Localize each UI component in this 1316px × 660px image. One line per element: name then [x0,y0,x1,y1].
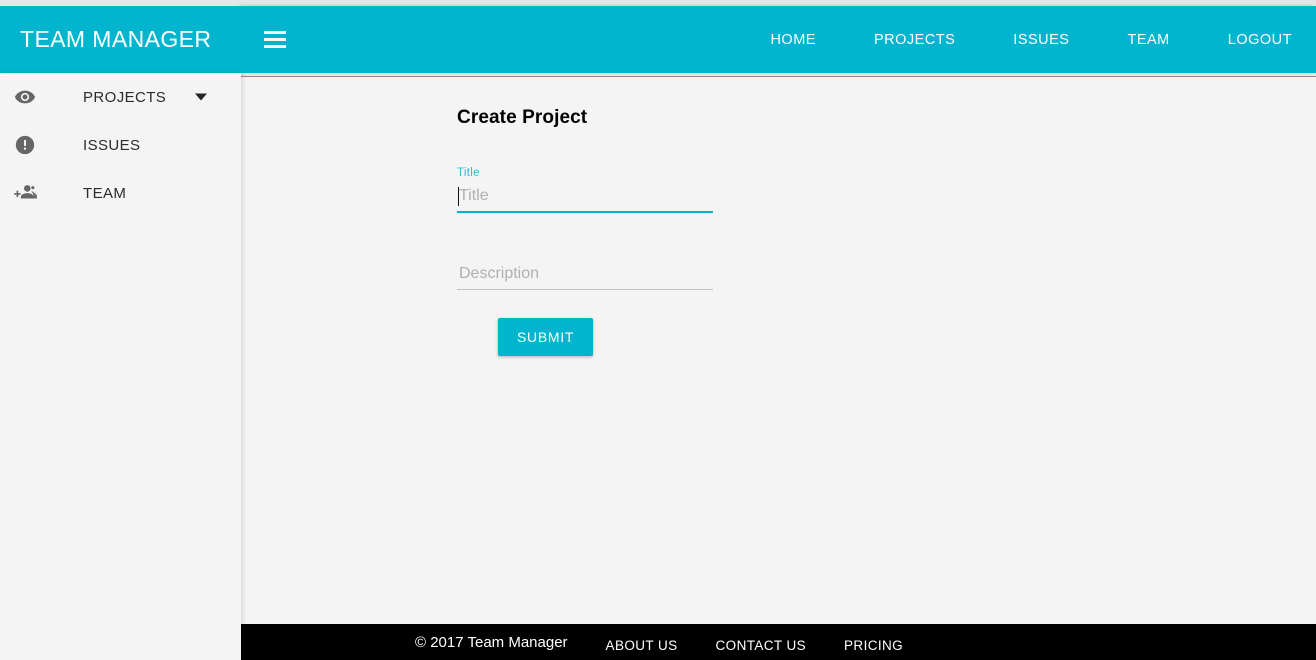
sidebar-item-team[interactable]: TEAM [0,169,241,217]
footer-link-about-us[interactable]: ABOUT US [606,638,678,653]
hamburger-bar [264,38,286,41]
hamburger-bar [264,45,286,48]
brand-header[interactable]: TEAM MANAGER [0,6,241,73]
sidebar-item-label: ISSUES [83,136,141,154]
footer-link-contact-us[interactable]: CONTACT US [716,638,807,653]
footer-copyright: © 2017 Team Manager [415,633,568,651]
submit-button[interactable]: SUBMIT [498,318,594,356]
person-add-icon [0,182,50,204]
error-circle-icon [0,134,50,156]
main-content: Create Project Title SUBMIT [241,77,1316,624]
nav-link-issues[interactable]: ISSUES [1013,32,1069,48]
title-input[interactable] [457,187,713,211]
create-project-form: Create Project Title SUBMIT [457,107,757,356]
footer-link-pricing[interactable]: PRICING [844,638,903,653]
footer: © 2017 Team Manager ABOUT US CONTACT US … [241,624,1316,660]
description-field-underline [457,289,713,290]
brand-title: TEAM MANAGER [20,26,212,52]
nav-link-logout[interactable]: LOGOUT [1228,32,1292,48]
nav-links: HOME PROJECTS ISSUES TEAM LOGOUT [770,32,1316,48]
hamburger-icon[interactable] [258,23,292,57]
sidebar-item-issues[interactable]: ISSUES [0,121,241,169]
nav-link-projects[interactable]: PROJECTS [874,32,955,48]
eye-icon [0,86,50,108]
sidebar-item-label: TEAM [83,184,127,202]
sidebar-item-projects[interactable]: PROJECTS [0,73,241,121]
page-title: Create Project [457,107,588,128]
title-field-label: Title [457,167,480,179]
title-field-underline [457,211,713,213]
sidebar: PROJECTS ISSUES TEAM [0,73,241,660]
sidebar-item-label: PROJECTS [83,88,167,106]
hamburger-bar [264,31,286,34]
description-field-group [457,265,713,290]
top-navbar: HOME PROJECTS ISSUES TEAM LOGOUT [241,6,1316,73]
footer-inner: © 2017 Team Manager ABOUT US CONTACT US … [415,633,903,653]
navbar-underline [241,76,1316,77]
title-field-group: Title [457,167,713,213]
nav-link-team[interactable]: TEAM [1127,32,1169,48]
chevron-down-icon[interactable] [195,93,207,101]
description-input[interactable] [457,265,713,289]
text-cursor [458,187,459,206]
nav-link-home[interactable]: HOME [770,32,816,48]
submit-row: SUBMIT [457,318,757,356]
app-root: TEAM MANAGER HOME PROJECTS ISSUES TEAM L… [0,0,1316,660]
